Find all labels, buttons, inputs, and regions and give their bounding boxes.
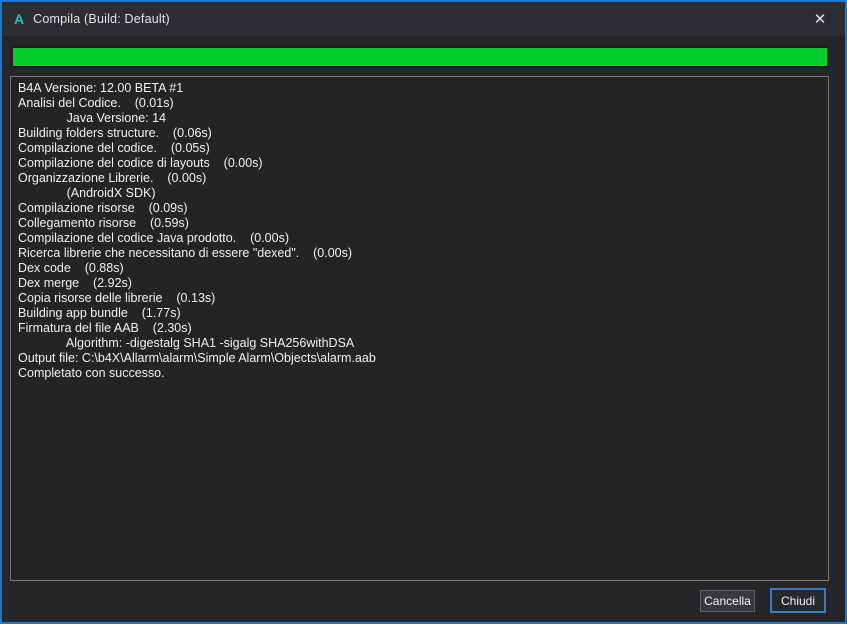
log-line: Compilazione del codice Java prodotto. (… <box>18 231 824 246</box>
log-line: Building folders structure. (0.06s) <box>18 126 824 141</box>
log-line: Dex merge (2.92s) <box>18 276 824 291</box>
log-line: Compilazione del codice di layouts (0.00… <box>18 156 824 171</box>
log-line: Algorithm: -digestalg SHA1 -sigalg SHA25… <box>18 336 824 351</box>
window-title: Compila (Build: Default) <box>33 12 170 26</box>
compile-dialog-window: A Compila (Build: Default) ✕ B4A Version… <box>0 0 847 624</box>
title-bar: A Compila (Build: Default) ✕ <box>2 2 845 36</box>
log-line: Output file: C:\b4X\Allarm\alarm\Simple … <box>18 351 824 366</box>
cancel-button-label: Cancella <box>704 594 751 608</box>
close-button-label: Chiudi <box>781 594 815 608</box>
log-line: Java Versione: 14 <box>18 111 824 126</box>
log-line: Compilazione del codice. (0.05s) <box>18 141 824 156</box>
close-window-button[interactable]: ✕ <box>801 3 839 34</box>
b4a-logo: A <box>14 11 24 27</box>
log-line: Analisi del Codice. (0.01s) <box>18 96 824 111</box>
close-button[interactable]: Chiudi <box>770 588 826 613</box>
log-line: B4A Versione: 12.00 BETA #1 <box>18 81 824 96</box>
log-line: Completato con successo. <box>18 366 824 381</box>
close-icon: ✕ <box>814 10 827 28</box>
log-line: Organizzazione Librerie. (0.00s) <box>18 171 824 186</box>
compile-progress-bar <box>11 46 829 68</box>
log-line: (AndroidX SDK) <box>18 186 824 201</box>
log-line: Firmatura del file AAB (2.30s) <box>18 321 824 336</box>
log-line: Compilazione risorse (0.09s) <box>18 201 824 216</box>
cancel-button[interactable]: Cancella <box>700 590 755 612</box>
log-line: Building app bundle (1.77s) <box>18 306 824 321</box>
log-line: Collegamento risorse (0.59s) <box>18 216 824 231</box>
log-line: Dex code (0.88s) <box>18 261 824 276</box>
log-line: Copia risorse delle librerie (0.13s) <box>18 291 824 306</box>
progress-fill <box>13 48 827 66</box>
log-output[interactable]: B4A Versione: 12.00 BETA #1Analisi del C… <box>10 76 829 581</box>
log-line: Ricerca librerie che necessitano di esse… <box>18 246 824 261</box>
